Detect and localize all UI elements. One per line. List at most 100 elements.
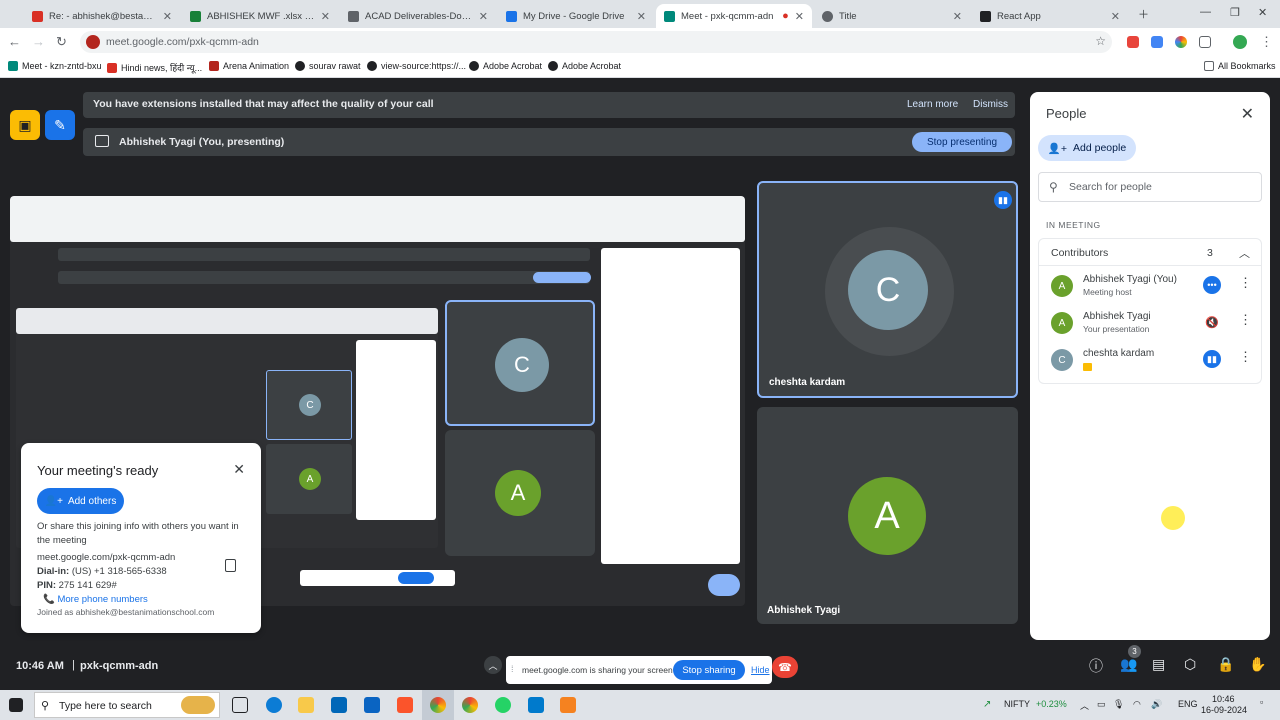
hide-link[interactable]: Hide [751, 665, 770, 675]
bookmark-item[interactable]: view-source:https://... [367, 61, 466, 71]
chevron-up-icon[interactable]: ︿ [484, 656, 502, 674]
extension-icon[interactable] [1127, 36, 1139, 48]
chevron-up-icon[interactable]: ︿ [1239, 245, 1250, 261]
people-icon[interactable]: 👥 [1120, 656, 1137, 673]
drag-handle-icon[interactable]: ⁞ [511, 664, 514, 674]
bookmark-item[interactable]: Meet - kzn-zntd-bxu [8, 61, 102, 71]
forward-icon[interactable]: → [32, 34, 45, 49]
chat-icon[interactable]: ▤ [1152, 656, 1165, 673]
search-highlight-icon [181, 696, 215, 714]
add-others-button[interactable]: 👤+ Add others [37, 488, 124, 514]
bookmark-item[interactable]: Hindi news, हिंदी न्यू... [107, 61, 202, 74]
participant-row[interactable]: A Abhishek Tyagi (You) Meeting host ••• … [1039, 270, 1263, 306]
more-phone-numbers-link[interactable]: 📞 More phone numbers [43, 594, 148, 605]
extensions-puzzle-icon[interactable] [1199, 36, 1211, 48]
chrome-icon[interactable] [430, 697, 446, 713]
brave-icon[interactable] [397, 697, 413, 713]
close-icon[interactable]: ✕ [233, 461, 245, 478]
vscode-icon[interactable] [528, 697, 544, 713]
windows-start-icon[interactable] [9, 698, 23, 712]
tab-gmail[interactable]: Re: - abhishek@bestanimations ✕ [24, 4, 180, 28]
add-people-button[interactable]: 👤+ Add people [1038, 135, 1136, 161]
close-tab-icon[interactable]: ✕ [321, 10, 330, 23]
reload-icon[interactable]: ↻ [56, 34, 67, 50]
site-info-icon[interactable] [86, 35, 100, 49]
tab-react[interactable]: React App ✕ [972, 4, 1128, 28]
address-bar[interactable]: meet.google.com/pxk-qcmm-adn ☆ [80, 31, 1112, 53]
info-icon[interactable]: ⓘ [1089, 656, 1103, 676]
whiteboard-icon[interactable]: ✎ [45, 110, 75, 140]
taskbar-search[interactable]: ⚲ Type here to search [34, 692, 220, 718]
new-tab-icon[interactable]: ＋ [1138, 6, 1149, 22]
file-explorer-icon[interactable] [298, 697, 314, 713]
extension-icon[interactable] [1151, 36, 1163, 48]
profile-avatar[interactable] [1233, 35, 1247, 49]
tile-name: cheshta kardam [769, 377, 846, 388]
wifi-icon[interactable]: ◠ [1133, 699, 1141, 710]
activity-icon[interactable]: ▣ [10, 110, 40, 140]
tab-strip: Re: - abhishek@bestanimations ✕ ABHISHEK … [0, 0, 1280, 28]
tab-meet[interactable]: Meet - pxk-qcmm-adn ● ✕ [656, 4, 812, 28]
dismiss-link[interactable]: Dismiss [973, 99, 1008, 110]
kebab-menu-icon[interactable]: ⋮ [1239, 349, 1252, 365]
learn-more-link[interactable]: Learn more [907, 99, 958, 110]
participant-row[interactable]: C cheshta kardam ▮▮ ⋮ [1039, 344, 1263, 380]
network-icon[interactable]: ▭ [1097, 699, 1106, 710]
tab-acad[interactable]: ACAD Deliverables-Domestic - ✕ [340, 4, 496, 28]
tab-title[interactable]: Title ✕ [814, 4, 970, 28]
close-tab-icon[interactable]: ✕ [163, 10, 172, 23]
kebab-menu-icon[interactable]: ⋮ [1239, 275, 1252, 291]
bookmark-item[interactable]: Adobe Acrobat [469, 61, 542, 71]
bookmark-label: sourav rawat [309, 61, 361, 71]
language-indicator[interactable]: ENG [1178, 699, 1198, 709]
extension-icon[interactable] [1175, 36, 1187, 48]
people-search-input[interactable]: ⚲ Search for people [1038, 172, 1262, 202]
bookmark-item[interactable]: sourav rawat [295, 61, 361, 71]
notifications-icon[interactable]: ▫ [1260, 697, 1263, 707]
close-tab-icon[interactable]: ✕ [479, 10, 488, 23]
participant-row[interactable]: A Abhishek Tyagi Your presentation 🔇 ⋮ [1039, 307, 1263, 343]
close-tab-icon[interactable]: ✕ [637, 10, 646, 23]
tile-abhishek[interactable]: A Abhishek Tyagi [757, 407, 1018, 624]
tile-cheshta[interactable]: C ▮▮ cheshta kardam [757, 181, 1018, 398]
add-people-label: Add people [1073, 142, 1127, 154]
close-tab-icon[interactable]: ✕ [953, 10, 962, 23]
stop-sharing-button[interactable]: Stop sharing [673, 660, 745, 680]
mail-icon[interactable] [364, 697, 380, 713]
mirror-avatar: A [495, 470, 541, 516]
clock-time[interactable]: 10:46 [1212, 694, 1235, 704]
minimize-icon[interactable]: — [1200, 6, 1211, 18]
leave-call-icon[interactable]: ☎ [772, 656, 798, 678]
close-tab-icon[interactable]: ✕ [795, 10, 804, 23]
contributors-header[interactable]: Contributors 3 ︿ [1038, 238, 1262, 266]
app-icon[interactable] [560, 697, 576, 713]
activities-icon[interactable]: ⬡ [1184, 656, 1196, 673]
whatsapp-icon[interactable] [495, 697, 511, 713]
microphone-icon[interactable]: 🎙 [1113, 699, 1124, 710]
restore-icon[interactable]: ❐ [1230, 6, 1240, 19]
task-view-icon[interactable] [232, 697, 248, 713]
close-icon[interactable]: ✕ [1241, 104, 1254, 124]
edge-icon[interactable] [266, 697, 282, 713]
chrome-icon[interactable] [462, 697, 478, 713]
window-close-icon[interactable]: ✕ [1258, 6, 1267, 19]
tray-chevron-icon[interactable]: ︿ [1080, 699, 1089, 712]
raise-hand-icon[interactable]: ✋ [1249, 656, 1266, 673]
back-icon[interactable]: ← [8, 34, 21, 49]
kebab-menu-icon[interactable]: ⋮ [1239, 312, 1252, 328]
clock-date[interactable]: 16-09-2024 [1201, 705, 1247, 715]
stop-presenting-button[interactable]: Stop presenting [912, 132, 1012, 152]
bookmark-star-icon[interactable]: ☆ [1095, 34, 1106, 48]
store-icon[interactable] [331, 697, 347, 713]
all-bookmarks[interactable]: All Bookmarks [1204, 61, 1276, 71]
bookmark-item[interactable]: Adobe Acrobat [548, 61, 621, 71]
tab-sheets[interactable]: ABHISHEK MWF .xlsx - Google ✕ [182, 4, 338, 28]
host-controls-icon[interactable]: 🔒 [1217, 656, 1234, 673]
kebab-menu-icon[interactable]: ⋮ [1260, 34, 1273, 50]
bookmark-item[interactable]: Arena Animation [209, 61, 289, 71]
volume-icon[interactable]: 🔊 [1151, 699, 1162, 710]
tab-drive[interactable]: My Drive - Google Drive ✕ [498, 4, 654, 28]
copy-icon[interactable] [225, 559, 236, 572]
mirror-banner [58, 248, 590, 261]
close-tab-icon[interactable]: ✕ [1111, 10, 1120, 23]
